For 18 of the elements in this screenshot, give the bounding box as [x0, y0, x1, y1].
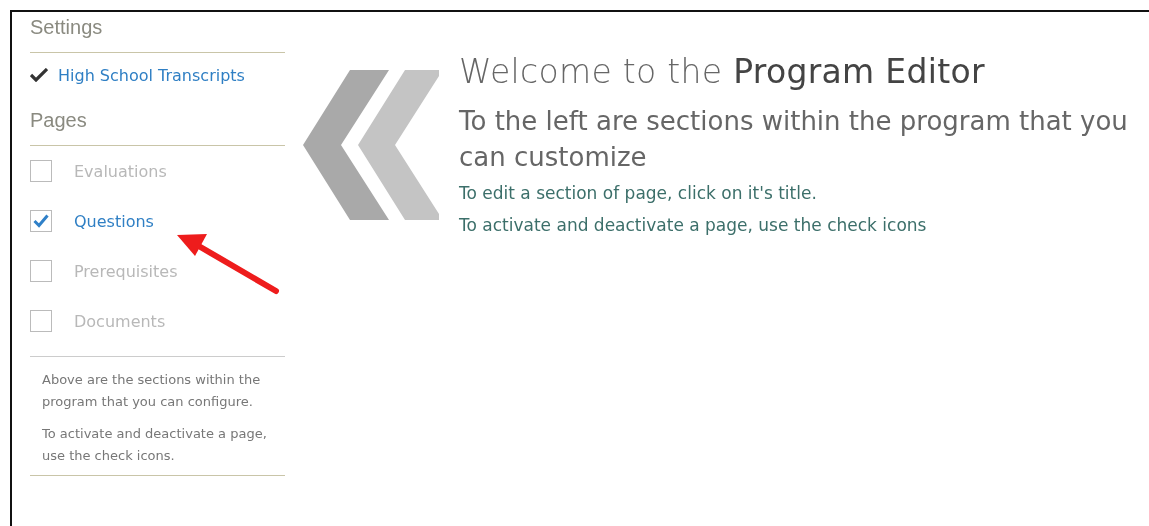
checkbox[interactable] [30, 210, 52, 232]
checkbox[interactable] [30, 160, 52, 182]
double-chevron-icon [303, 70, 439, 220]
hint-text: To edit a section of page, click on it's title. [459, 183, 818, 203]
page-link[interactable]: Documents [74, 311, 166, 331]
section-heading: Settings [30, 16, 104, 40]
page-link[interactable]: Questions [74, 211, 154, 231]
settings-link[interactable]: High School Transcripts [58, 65, 245, 85]
checkbox[interactable] [30, 260, 52, 282]
section-heading: Pages [30, 109, 88, 133]
page-link[interactable]: Prerequisites [74, 261, 178, 281]
hint-text: To activate and deactivate a page, use the check icons [459, 215, 928, 235]
help-text: Above are the sections within the program that you can configure. [42, 371, 262, 411]
page-link[interactable]: Evaluations [74, 161, 167, 181]
help-text: To activate and deactivate a page, use the check icons. [42, 425, 268, 465]
page-title: Welcome to the Program Editor [459, 52, 986, 91]
checkbox[interactable] [30, 310, 52, 332]
subtitle: To the left are sections within the program that you can customize [459, 105, 1129, 174]
